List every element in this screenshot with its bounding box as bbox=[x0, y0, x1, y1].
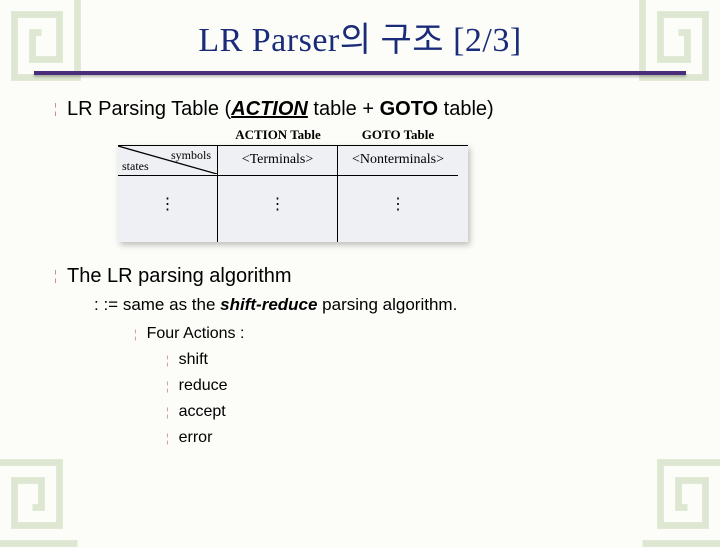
action-accept-label: accept bbox=[179, 402, 226, 422]
action-error-label: error bbox=[179, 428, 213, 448]
table-col-nonterminals: <Nonterminals> ⋮ bbox=[338, 146, 458, 242]
bullet-icon: ¦ bbox=[54, 264, 57, 288]
label-goto-table: GOTO Table bbox=[338, 127, 458, 145]
vertical-ellipsis-icon: ⋮ bbox=[160, 194, 176, 214]
header-nonterminals: <Nonterminals> bbox=[338, 146, 458, 174]
bullet-1-mid2: table) bbox=[438, 98, 494, 120]
bullet-icon: ¦ bbox=[166, 402, 169, 422]
bullet-1-text: LR Parsing Table (ACTION table + GOTO ta… bbox=[67, 97, 494, 121]
action-item-error: ¦ error bbox=[166, 428, 690, 448]
header-terminals: <Terminals> bbox=[218, 146, 337, 174]
bullet-icon: ¦ bbox=[166, 350, 169, 370]
bullet-1-goto-word: GOTO bbox=[380, 98, 439, 120]
bullet-lr-parsing-algorithm: ¦ The LR parsing algorithm bbox=[54, 264, 690, 288]
action-item-accept: ¦ accept bbox=[166, 402, 690, 422]
slide-title: LR Parser의 구조 [2/3] bbox=[30, 12, 690, 61]
table-grid: symbols states ⋮ <Terminals> ⋮ <Nontermi… bbox=[118, 145, 468, 242]
bullet-icon: ¦ bbox=[54, 97, 57, 121]
sub-definition-text: : := same as the shift-reduce parsing al… bbox=[94, 294, 457, 316]
bullet-1-prefix: LR Parsing Table ( bbox=[67, 98, 231, 120]
table-col-terminals: <Terminals> ⋮ bbox=[218, 146, 338, 242]
vertical-ellipsis-icon: ⋮ bbox=[390, 194, 406, 214]
action-item-reduce: ¦ reduce bbox=[166, 376, 690, 396]
sub-def-suffix: parsing algorithm. bbox=[317, 295, 457, 314]
bullet-icon: ¦ bbox=[134, 324, 137, 344]
table-corner-cell: symbols states bbox=[118, 146, 217, 174]
bullet-2-text: The LR parsing algorithm bbox=[67, 264, 292, 288]
sub-definition: : := same as the shift-reduce parsing al… bbox=[94, 294, 690, 316]
four-actions-label: Four Actions : bbox=[147, 324, 245, 344]
action-item-shift: ¦ shift bbox=[166, 350, 690, 370]
table-col-states: symbols states ⋮ bbox=[118, 146, 218, 242]
bullet-icon: ¦ bbox=[166, 428, 169, 448]
parsing-table-diagram: ACTION Table GOTO Table symbols states ⋮… bbox=[118, 127, 468, 242]
sub-def-emph: shift-reduce bbox=[220, 295, 317, 314]
corner-label-states: states bbox=[122, 159, 149, 174]
bullet-lr-parsing-table: ¦ LR Parsing Table (ACTION table + GOTO … bbox=[54, 97, 690, 121]
bullet-1-action-word: ACTION bbox=[231, 98, 308, 120]
label-action-table: ACTION Table bbox=[218, 127, 338, 145]
sub-four-actions: ¦ Four Actions : bbox=[134, 324, 690, 344]
slide-container: LR Parser의 구조 [2/3] ¦ LR Parsing Table (… bbox=[0, 0, 720, 540]
action-reduce-label: reduce bbox=[179, 376, 228, 396]
bullet-icon: ¦ bbox=[166, 376, 169, 396]
vertical-ellipsis-icon: ⋮ bbox=[270, 194, 286, 214]
action-shift-label: shift bbox=[179, 350, 208, 370]
corner-label-symbols: symbols bbox=[171, 148, 211, 163]
title-divider bbox=[34, 71, 686, 75]
sub-def-prefix: : := same as the bbox=[94, 295, 220, 314]
label-blank bbox=[118, 127, 218, 145]
bullet-1-mid1: table + bbox=[308, 98, 380, 120]
